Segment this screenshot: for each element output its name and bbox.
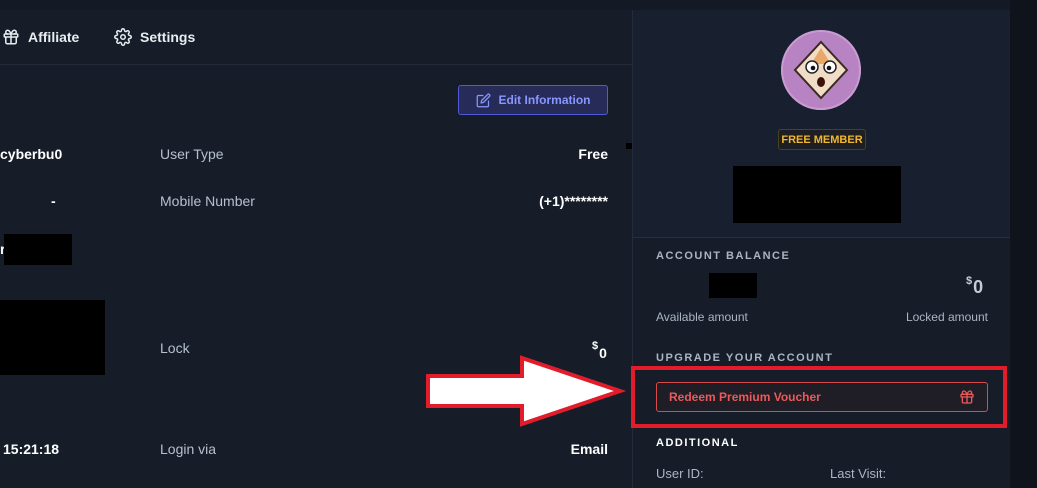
edit-icon (476, 93, 490, 107)
redacted-block (709, 273, 757, 298)
user-id-label: User ID: (656, 466, 704, 481)
page-margin (1010, 0, 1037, 488)
lock-label: Lock (160, 340, 190, 356)
edit-information-button[interactable]: Edit Information (458, 85, 608, 115)
gear-icon (114, 28, 132, 46)
upgrade-account-title: UPGRADE YOUR ACCOUNT (656, 352, 834, 364)
member-badge: FREE MEMBER (778, 129, 866, 150)
account-balance-title: ACCOUNT BALANCE (656, 250, 791, 262)
additional-title: ADDITIONAL (656, 437, 739, 449)
locked-balance-value: $0 (966, 275, 983, 298)
username-value: cyberbu0 (0, 146, 63, 162)
time-value: 15:21:18 (3, 441, 60, 457)
user-type-value: Free (578, 146, 608, 162)
edit-information-label: Edit Information (498, 93, 591, 107)
gift-icon (3, 29, 19, 45)
top-edge (0, 0, 1037, 10)
currency-symbol: $ (966, 275, 973, 287)
locked-amount-label: Locked amount (905, 310, 988, 324)
login-via-value: Email (570, 441, 608, 457)
dash-value: - (51, 193, 56, 209)
sidebar-divider (633, 237, 1010, 238)
currency-symbol: $ (592, 340, 599, 352)
nav-settings[interactable]: Settings (114, 28, 195, 46)
mobile-number-value: (+1)******** (539, 193, 608, 209)
nav-affiliate-label: Affiliate (28, 29, 80, 45)
avatar-face-icon (793, 40, 849, 100)
available-amount-label: Available amount (656, 310, 748, 324)
mobile-number-label: Mobile Number (160, 193, 255, 209)
redacted-block (0, 300, 105, 375)
nav-settings-label: Settings (140, 29, 196, 45)
header-divider (0, 64, 632, 65)
highlight-box (631, 366, 1007, 428)
redacted-block (733, 166, 901, 223)
redacted-block (4, 234, 72, 265)
nav-affiliate[interactable]: Affiliate (2, 28, 79, 46)
login-via-label: Login via (160, 441, 217, 457)
locked-balance-amount: 0 (973, 277, 984, 297)
avatar[interactable] (781, 30, 861, 110)
last-visit-label: Last Visit: (830, 466, 887, 481)
pointer-arrow-icon (426, 355, 627, 427)
user-type-label: User Type (160, 146, 224, 162)
